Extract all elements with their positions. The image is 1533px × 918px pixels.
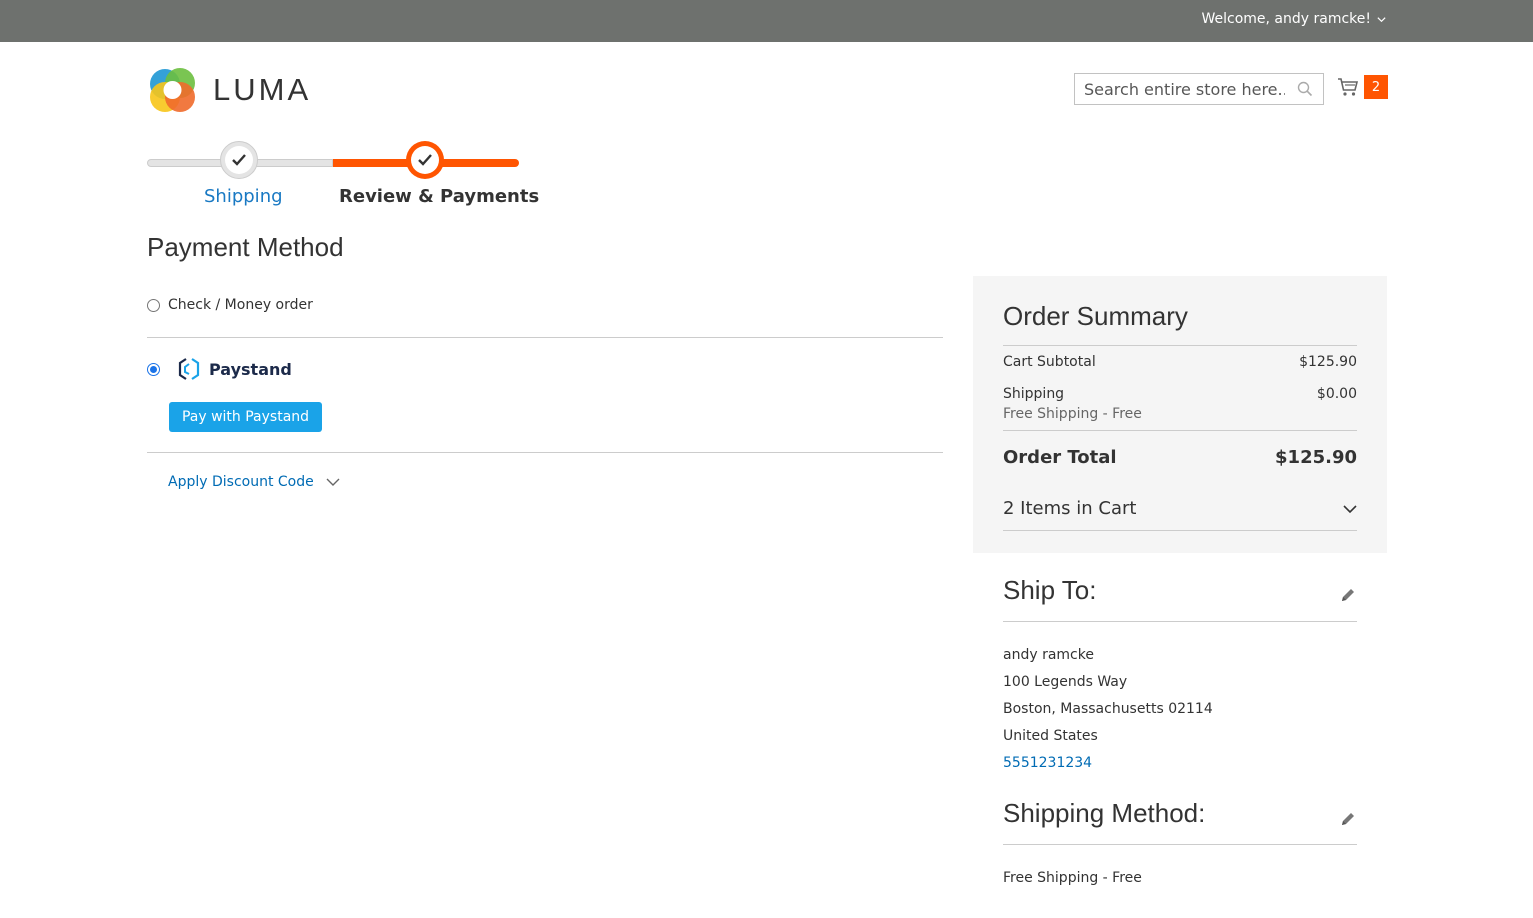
shipping-method-title: Shipping Method:: [1003, 798, 1206, 828]
page-title: Payment Method: [147, 232, 344, 262]
paystand-label: Paystand: [209, 359, 292, 379]
checkmo-label[interactable]: Check / Money order: [168, 297, 313, 313]
logo-text: LUMA: [213, 72, 312, 107]
ship-to-country: United States: [1003, 728, 1098, 744]
discount-label[interactable]: Apply Discount Code: [168, 474, 314, 490]
subtotal-value: $125.90: [1299, 354, 1357, 370]
subtotal-label: Cart Subtotal: [1003, 354, 1096, 370]
divider: [1003, 844, 1357, 845]
order-summary: Order Summary Cart Subtotal $125.90 Ship…: [973, 276, 1387, 553]
search-icon[interactable]: [1297, 81, 1313, 97]
pencil-icon[interactable]: [1339, 586, 1357, 604]
divider: [147, 452, 943, 453]
luma-logo-icon: [150, 68, 195, 112]
order-total-label: Order Total: [1003, 447, 1117, 468]
order-total-row: Order Total $125.90: [1003, 447, 1357, 468]
ship-to-name: andy ramcke: [1003, 647, 1094, 663]
checkmark-icon: [232, 154, 246, 166]
ship-to-street: 100 Legends Way: [1003, 674, 1128, 690]
search-box[interactable]: [1074, 73, 1324, 105]
divider: [147, 337, 943, 338]
order-total-value: $125.90: [1275, 447, 1357, 468]
step-shipping-marker: [220, 141, 258, 179]
pay-with-paystand-button[interactable]: Pay with Paystand: [169, 402, 322, 432]
items-in-cart-label[interactable]: 2 Items in Cart: [1003, 498, 1136, 519]
welcome-menu[interactable]: Welcome, andy ramcke!: [1201, 11, 1387, 27]
cart-subtotal-row: Cart Subtotal $125.90: [1003, 354, 1357, 370]
payment-method-checkmo[interactable]: Check / Money order: [147, 297, 313, 313]
shipping-value: $0.00: [1316, 386, 1357, 402]
shipping-method-note: Free Shipping - Free: [1003, 406, 1142, 422]
chevron-down-icon: [1377, 16, 1386, 22]
divider: [1003, 430, 1357, 431]
ship-to-phone-link[interactable]: 5551231234: [1003, 755, 1092, 771]
checkout-progress: Shipping Review & Payments: [147, 141, 539, 211]
store-logo[interactable]: LUMA: [147, 64, 311, 116]
chevron-down-icon: [1343, 504, 1357, 513]
divider: [1003, 530, 1357, 531]
top-bar: Welcome, andy ramcke!: [0, 0, 1533, 42]
ship-to-city: Boston, Massachusetts 02114: [1003, 701, 1213, 717]
welcome-text: Welcome, andy ramcke!: [1201, 11, 1371, 27]
divider: [1003, 621, 1357, 622]
cart-icon: [1338, 78, 1359, 96]
checkmo-radio[interactable]: [147, 298, 160, 312]
search-input[interactable]: [1075, 74, 1285, 104]
paystand-logo: Paystand: [176, 356, 292, 382]
minicart[interactable]: 2: [1337, 75, 1388, 99]
step-review-label: Review & Payments: [339, 186, 540, 207]
step-review-marker: [406, 141, 444, 179]
chevron-down-icon: [326, 478, 340, 486]
cart-count-badge: 2: [1364, 75, 1388, 99]
order-summary-title: Order Summary: [1003, 301, 1188, 331]
paystand-radio[interactable]: [147, 362, 160, 376]
shipping-method-value: Free Shipping - Free: [1003, 870, 1142, 886]
shipping-label: Shipping: [1003, 386, 1065, 402]
payment-method-paystand[interactable]: Paystand: [147, 356, 292, 382]
shipping-row: Shipping $0.00: [1003, 386, 1357, 402]
items-in-cart-toggle[interactable]: 2 Items in Cart: [1003, 498, 1357, 519]
divider: [1003, 345, 1357, 346]
ship-to-title: Ship To:: [1003, 575, 1097, 605]
step-shipping-label[interactable]: Shipping: [204, 186, 283, 207]
paystand-logo-icon: [178, 358, 200, 380]
checkmark-icon: [418, 154, 432, 166]
pencil-icon[interactable]: [1339, 810, 1357, 828]
apply-discount-toggle[interactable]: Apply Discount Code: [168, 474, 340, 490]
